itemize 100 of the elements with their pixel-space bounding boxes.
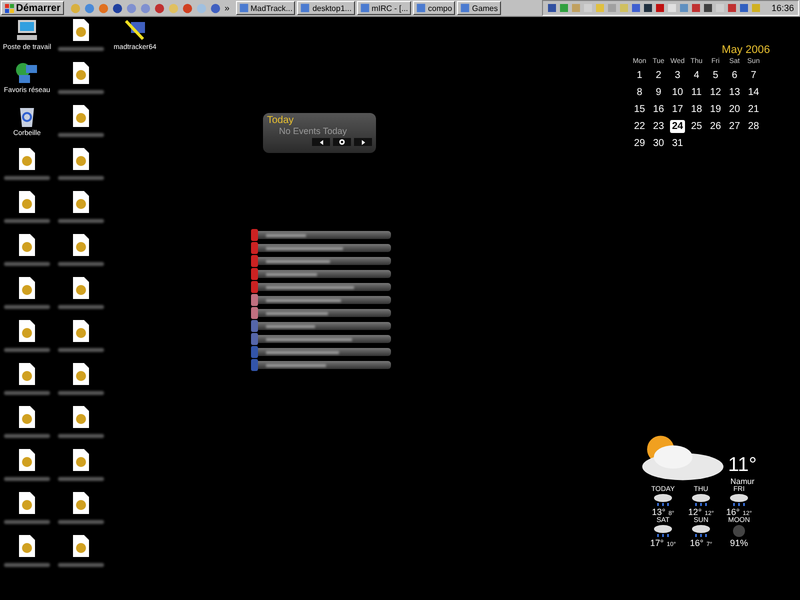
app-icon[interactable] bbox=[112, 2, 124, 14]
calendar-day[interactable]: 30 bbox=[651, 137, 666, 150]
task-bar[interactable] bbox=[251, 257, 391, 265]
tray-icon[interactable] bbox=[655, 3, 666, 13]
blurred-label bbox=[4, 176, 50, 180]
network-icon[interactable] bbox=[15, 61, 39, 85]
high-temperature: 17° bbox=[650, 538, 664, 548]
blurred-label bbox=[58, 563, 104, 567]
blurred-label bbox=[58, 348, 104, 352]
taskbar-button[interactable]: mIRC - [... bbox=[356, 1, 412, 15]
task-bar[interactable] bbox=[251, 309, 391, 317]
task-bar[interactable] bbox=[251, 322, 391, 330]
calendar-day[interactable]: 25 bbox=[689, 120, 704, 133]
calendar-day[interactable]: 9 bbox=[651, 86, 666, 99]
calendar-day[interactable]: 17 bbox=[670, 103, 685, 116]
windows-logo-icon bbox=[5, 4, 14, 12]
calendar-day[interactable]: 29 bbox=[632, 137, 647, 150]
app-icon[interactable] bbox=[210, 2, 222, 14]
blurred-text bbox=[266, 364, 326, 366]
location-label: Namur bbox=[730, 477, 754, 486]
taskbar-button[interactable]: desktop1... bbox=[297, 1, 355, 15]
blurred-text bbox=[266, 312, 328, 314]
calendar-day[interactable]: 27 bbox=[727, 120, 742, 133]
taskbar-button[interactable]: MadTrack... bbox=[236, 1, 296, 15]
calendar-day[interactable]: 20 bbox=[727, 103, 742, 116]
computer-icon[interactable] bbox=[15, 18, 39, 42]
high-temperature: 16° bbox=[726, 507, 740, 517]
widget-title: Today bbox=[266, 114, 295, 126]
blurred-label bbox=[58, 219, 104, 223]
calendar-day[interactable]: 6 bbox=[727, 69, 742, 82]
app-icon[interactable] bbox=[182, 2, 194, 14]
tray-icon[interactable] bbox=[643, 3, 654, 13]
calendar-day[interactable]: 1 bbox=[632, 69, 647, 82]
blurred-label bbox=[4, 391, 50, 395]
start-button[interactable]: Démarrer bbox=[1, 1, 64, 15]
calendar-day[interactable]: 22 bbox=[632, 120, 647, 133]
calendar-day[interactable]: 21 bbox=[746, 103, 761, 116]
right-arrow-icon bbox=[360, 140, 366, 144]
task-bar[interactable] bbox=[251, 270, 391, 278]
calendar-day[interactable]: 26 bbox=[708, 120, 723, 133]
month-title: May 2006 bbox=[720, 44, 770, 56]
calendar-day[interactable]: 10 bbox=[670, 86, 685, 99]
settings-button[interactable] bbox=[333, 138, 351, 146]
calendar-day[interactable]: 13 bbox=[727, 86, 742, 99]
calendar-day[interactable]: 2 bbox=[651, 69, 666, 82]
blurred-text bbox=[266, 324, 315, 328]
calendar-day[interactable]: 4 bbox=[689, 69, 704, 82]
clock: 16:36 bbox=[771, 3, 794, 13]
calendar-day[interactable]: 3 bbox=[670, 69, 685, 82]
tray-icon[interactable] bbox=[739, 3, 750, 13]
task-bar[interactable] bbox=[251, 335, 391, 343]
taskbar-button[interactable]: Games bbox=[457, 1, 501, 15]
calendar-day[interactable]: 12 bbox=[708, 86, 723, 99]
task-bar[interactable] bbox=[251, 231, 391, 239]
task-bar[interactable] bbox=[251, 361, 391, 369]
high-temperature: 13° bbox=[652, 507, 666, 517]
rain-cloud-icon bbox=[691, 493, 711, 507]
window-icon bbox=[300, 3, 310, 13]
tray-icon[interactable] bbox=[703, 3, 714, 13]
moon-illumination: 91% bbox=[730, 538, 748, 548]
blurred-label bbox=[58, 305, 104, 309]
next-button[interactable] bbox=[354, 138, 372, 146]
calendar-day[interactable]: 31 bbox=[670, 137, 685, 150]
blurred-label bbox=[4, 434, 50, 438]
current-temperature: 11° bbox=[728, 454, 757, 477]
calendar-day[interactable]: 7 bbox=[746, 69, 761, 82]
tray-icon[interactable] bbox=[691, 3, 702, 13]
blurred-label bbox=[58, 133, 104, 137]
blurred-label bbox=[58, 391, 104, 395]
calendar-day[interactable]: 8 bbox=[632, 86, 647, 99]
tray-icon[interactable] bbox=[727, 3, 738, 13]
calendar-day[interactable]: 23 bbox=[651, 120, 666, 133]
blurred-label bbox=[58, 90, 104, 94]
window-icon bbox=[460, 3, 470, 13]
app-icon[interactable] bbox=[154, 2, 166, 14]
calendar-day[interactable]: 28 bbox=[746, 120, 761, 133]
calendar-day[interactable]: 16 bbox=[651, 103, 666, 116]
tray-icon[interactable] bbox=[547, 3, 558, 13]
rain-cloud-icon bbox=[729, 493, 749, 507]
calendar-day[interactable]: 19 bbox=[708, 103, 723, 116]
calendar-day[interactable]: 24 bbox=[670, 120, 685, 133]
calendar-day[interactable]: 11 bbox=[689, 86, 704, 99]
task-bar[interactable] bbox=[251, 296, 391, 304]
taskbar-button[interactable]: compo bbox=[413, 1, 456, 15]
task-bar[interactable] bbox=[251, 244, 391, 252]
calendar-day[interactable]: 18 bbox=[689, 103, 704, 116]
previous-button[interactable] bbox=[312, 138, 330, 146]
task-bar[interactable] bbox=[251, 348, 391, 356]
blurred-label bbox=[4, 305, 50, 309]
blurred-text bbox=[266, 234, 306, 236]
task-bar[interactable] bbox=[251, 283, 391, 291]
calendar-day[interactable]: 14 bbox=[746, 86, 761, 99]
blurred-label bbox=[4, 520, 50, 524]
blurred-label bbox=[4, 348, 50, 352]
calendar-day[interactable]: 5 bbox=[708, 69, 723, 82]
blurred-label bbox=[58, 262, 104, 266]
calendar-day[interactable]: 15 bbox=[632, 103, 647, 116]
window-icon bbox=[416, 3, 426, 13]
settings-icon bbox=[339, 139, 345, 145]
more-chevron[interactable]: » bbox=[224, 3, 230, 13]
